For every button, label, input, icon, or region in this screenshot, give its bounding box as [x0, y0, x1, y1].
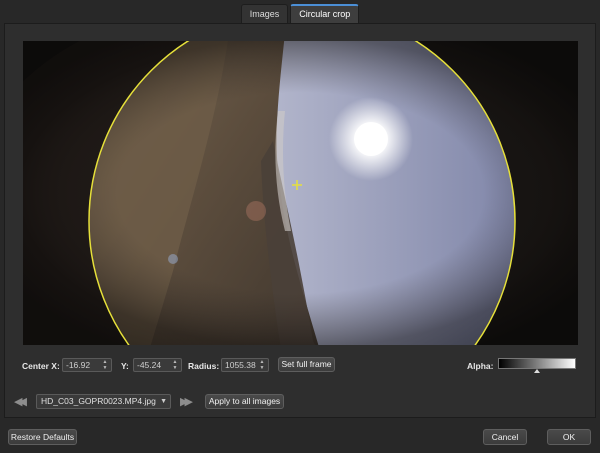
rewind-icon[interactable]: ◀◀ [14, 395, 27, 408]
ok-button[interactable]: OK [547, 429, 591, 445]
tab-images[interactable]: Images [240, 4, 289, 23]
tab-bar: Images Circular crop [0, 4, 600, 24]
alpha-slider-thumb[interactable] [534, 369, 540, 373]
restore-defaults-button[interactable]: Restore Defaults [8, 429, 77, 445]
image-select[interactable]: HD_C03_GOPR0023.MP4.jpg ▼ [36, 394, 171, 409]
center-y-label: Y: [121, 361, 129, 371]
tab-circular-crop[interactable]: Circular crop [290, 4, 360, 23]
center-y-value: -45.24 [137, 360, 162, 370]
chevron-down-icon: ▼ [160, 398, 167, 405]
fast-forward-icon[interactable]: ▶▶ [180, 395, 193, 408]
center-y-input[interactable]: -45.24 ▲ ▼ [133, 358, 182, 372]
radius-input[interactable]: 1055.38 ▲ ▼ [221, 358, 269, 372]
set-full-frame-button[interactable]: Set full frame [278, 357, 335, 372]
stepper-arrows-icon[interactable]: ▲ ▼ [258, 359, 266, 371]
stepper-arrows-icon[interactable]: ▲ ▼ [101, 359, 109, 371]
fisheye-image [23, 41, 578, 345]
alpha-label: Alpha: [467, 361, 494, 371]
radius-value: 1055.38 [225, 360, 256, 370]
stepper-arrows-icon[interactable]: ▲ ▼ [171, 359, 179, 371]
center-x-label: Center X: [22, 361, 60, 371]
fisheye-image-viewport[interactable] [23, 41, 578, 345]
center-x-input[interactable]: -16.92 ▲ ▼ [62, 358, 112, 372]
image-select-value: HD_C03_GOPR0023.MP4.jpg [41, 396, 156, 406]
apply-to-all-images-button[interactable]: Apply to all images [205, 394, 284, 409]
cancel-button[interactable]: Cancel [483, 429, 527, 445]
alpha-slider[interactable] [498, 358, 576, 369]
radius-label: Radius: [188, 361, 220, 371]
center-x-value: -16.92 [66, 360, 91, 370]
